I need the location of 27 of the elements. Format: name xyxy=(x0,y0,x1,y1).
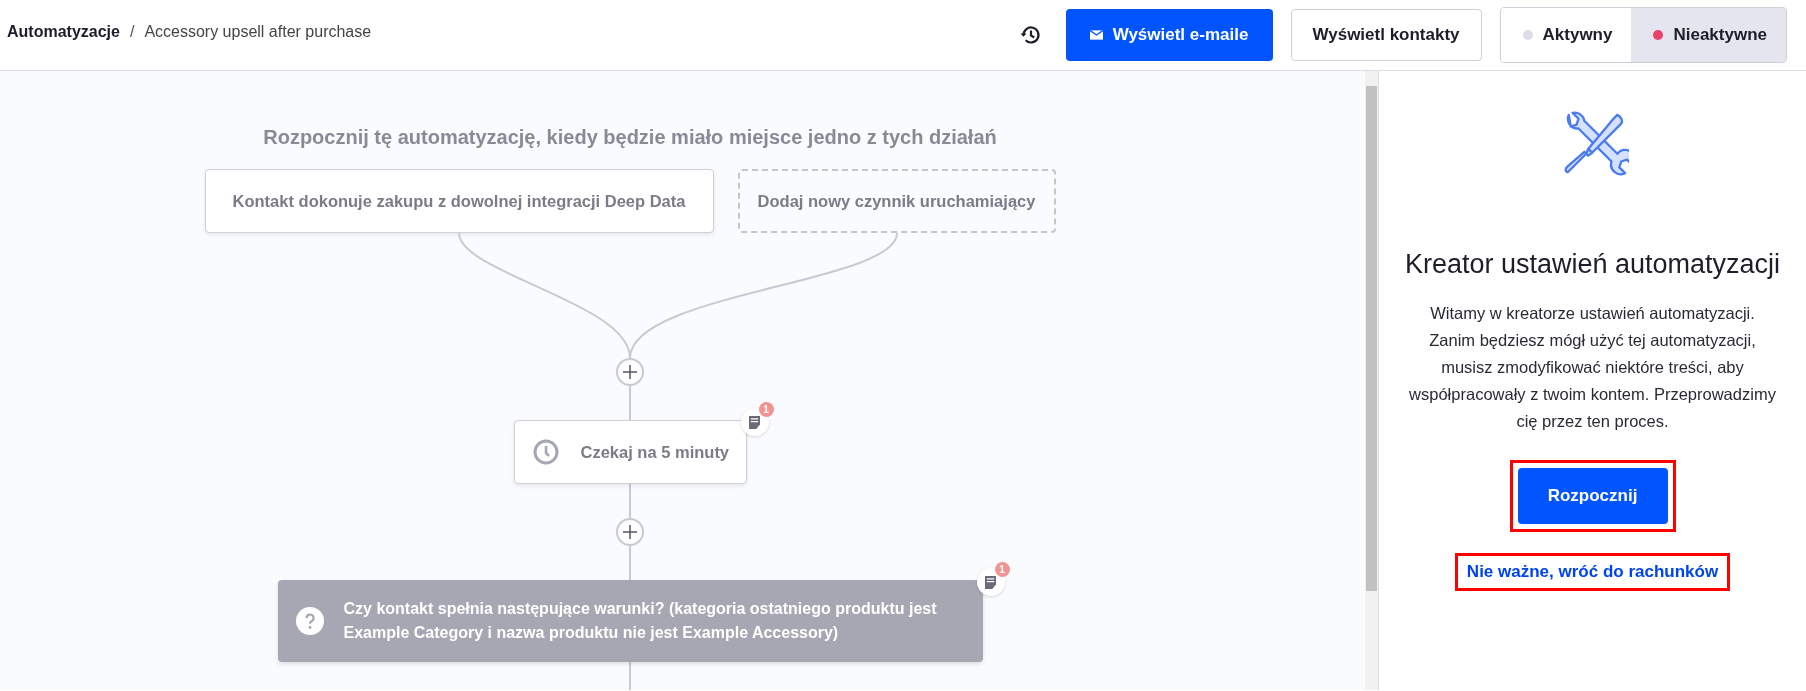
add-step-button[interactable] xyxy=(616,358,644,386)
panel-description: Witamy w kreatorze ustawień automatyzacji. Zanim będziesz mógł użyć tej automatyzacji, musisz zmodyfikować niektóre treści, aby współpracowały z twoim kontem. Przeprowadzimy cię przez ten proces. xyxy=(1408,303,1777,432)
panel-title: Kreator ustawień automatyzacji xyxy=(1404,249,1781,280)
question-icon xyxy=(295,607,324,635)
dismiss-link[interactable]: Nie ważne, wróć do rachunków xyxy=(1466,562,1719,581)
breadcrumb-link[interactable]: Automatyzacje xyxy=(7,23,120,41)
plus-icon xyxy=(623,365,637,379)
view-emails-button[interactable]: Wyświetl e-maile xyxy=(1065,9,1273,61)
scrollbar-thumb[interactable] xyxy=(1366,86,1377,591)
page-title: Accessory upsell after purchase xyxy=(144,23,372,41)
mail-icon xyxy=(1089,30,1103,40)
wait-step[interactable]: Czekaj na 5 minuty xyxy=(513,420,747,484)
clock-icon xyxy=(532,439,559,465)
trigger-card[interactable]: Kontakt dokonuje zakupu z dowolnej integracji Deep Data xyxy=(204,169,714,233)
step-label: Czy kontakt spełnia następujące warunki? (kategoria ostatniego produktu jest Example Category i nazwa produktu nie jest Example Accessory) xyxy=(343,599,938,643)
trigger-heading: Rozpocznij tę automatyzację, kiedy będzie miało miejsce jedno z tych działań xyxy=(263,126,997,150)
view-contacts-button[interactable]: Wyświetl kontakty xyxy=(1290,9,1482,61)
note-icon xyxy=(985,575,996,589)
add-step-button[interactable] xyxy=(616,518,644,546)
add-trigger-button[interactable]: Dodaj nowy czynnik uruchamiający xyxy=(737,169,1056,233)
note-icon xyxy=(749,415,760,429)
plus-icon xyxy=(623,525,637,539)
status-toggle[interactable]: Nieaktywne xyxy=(1631,8,1786,62)
start-button[interactable]: Rozpocznij xyxy=(1517,468,1668,524)
history-icon[interactable] xyxy=(1018,23,1043,47)
step-label: Czekaj na 5 minuty xyxy=(580,442,730,462)
breadcrumb-separator: / xyxy=(129,23,135,41)
